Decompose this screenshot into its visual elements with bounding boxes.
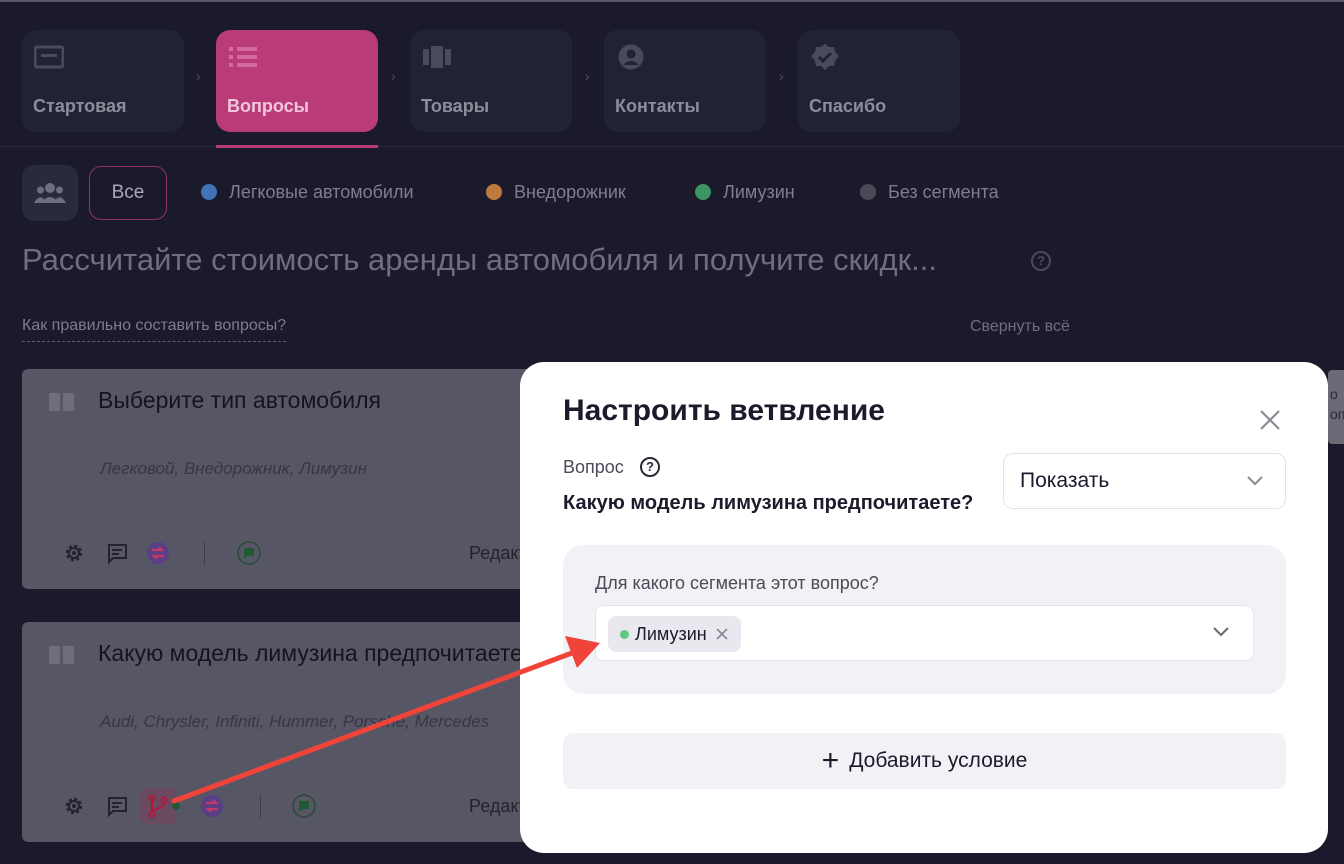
question-title: Какую модель лимузина предпочитаете? (98, 640, 536, 666)
messenger-icon[interactable] (292, 794, 316, 818)
add-condition-button[interactable]: + Добавить условие (563, 733, 1286, 789)
segment-question-label: Для какого сегмента этот вопрос? (595, 573, 879, 593)
window-top-border (0, 0, 1344, 2)
segment-dot (695, 184, 711, 200)
branch-icon (148, 794, 168, 818)
help-icon[interactable]: ? (640, 457, 660, 477)
drag-handle-icon[interactable] (49, 646, 75, 664)
active-step-indicator (216, 145, 378, 148)
step-label: Стартовая (33, 96, 127, 116)
chip-label: Лимузин (635, 624, 707, 644)
branching-button[interactable] (140, 788, 180, 824)
question-card: Выберите тип автомобиля Легковой, Внедор… (22, 369, 542, 589)
action-select-value: Показать (1020, 469, 1110, 492)
step-questions[interactable]: Вопросы (216, 30, 378, 132)
step-contacts[interactable]: Контакты (604, 30, 766, 132)
segment-suv[interactable]: Внедорожник (486, 182, 626, 203)
segment-condition-box: Для какого сегмента этот вопрос? Лимузин (563, 545, 1286, 694)
question-answers: Audi, Chrysler, Infiniti, Hummer, Porsch… (100, 712, 490, 731)
step-label: Контакты (615, 96, 700, 116)
step-label: Вопросы (227, 96, 310, 116)
howto-link[interactable]: Как правильно составить вопросы? (22, 317, 287, 342)
user-circle-icon (618, 44, 644, 70)
question-text: Какую модель лимузина предпочитаете? (563, 492, 974, 514)
segment-multiselect[interactable]: Лимузин (595, 605, 1254, 661)
side-panel-strip[interactable]: о оп (1328, 370, 1344, 444)
step-label: Спасибо (809, 96, 887, 116)
collapse-all-link[interactable]: Свернуть всё (970, 318, 1070, 336)
comment-icon[interactable] (105, 794, 129, 818)
steps-divider (0, 146, 1344, 147)
step-label: Товары (421, 96, 490, 116)
modal-title: Настроить ветвление (563, 394, 885, 427)
gear-icon[interactable] (62, 794, 86, 818)
users-icon (34, 183, 66, 203)
remove-chip-icon[interactable] (715, 627, 729, 641)
step-thanks[interactable]: Спасибо (798, 30, 960, 132)
question-card: Какую модель лимузина предпочитаете? Aud… (22, 622, 542, 842)
segment-none[interactable]: Без сегмента (860, 182, 999, 203)
badge-check-icon (811, 44, 839, 70)
segment-dot (201, 184, 217, 200)
add-condition-label: Добавить условие (849, 749, 1028, 772)
chevron-right-icon: › (779, 68, 784, 84)
segment-dot (860, 184, 876, 200)
list-icon (229, 47, 257, 67)
step-products[interactable]: Товары (410, 30, 572, 132)
gear-icon[interactable] (62, 541, 86, 565)
messenger-icon[interactable] (237, 541, 261, 565)
toolbar-divider (204, 541, 205, 565)
segment-switch-icon[interactable] (200, 794, 224, 818)
segment-limousine[interactable]: Лимузин (695, 182, 795, 203)
segment-chip: Лимузин (608, 616, 741, 652)
chevron-down-icon (1247, 476, 1263, 486)
products-icon (423, 46, 451, 68)
segment-label: Лимузин (723, 182, 795, 202)
question-title: Выберите тип автомобиля (98, 387, 381, 413)
branching-modal: Настроить ветвление Вопрос ? Какую модел… (520, 362, 1328, 853)
drag-handle-icon[interactable] (49, 393, 75, 411)
chevron-right-icon: › (391, 68, 396, 84)
screen-icon (34, 45, 64, 69)
segment-switch-icon[interactable] (146, 541, 170, 565)
quiz-title[interactable]: Рассчитайте стоимость аренды автомобиля … (22, 242, 937, 278)
segment-label: Без сегмента (888, 182, 999, 202)
branch-segment-dot (172, 802, 180, 810)
segment-label: Внедорожник (514, 182, 626, 202)
toolbar-divider (260, 794, 261, 818)
step-start[interactable]: Стартовая (22, 30, 184, 132)
question-label: Вопрос (563, 457, 624, 477)
help-icon[interactable]: ? (1031, 251, 1051, 271)
comment-icon[interactable] (105, 541, 129, 565)
segment-label: Легковые автомобили (229, 182, 414, 202)
action-select[interactable]: Показать (1003, 453, 1286, 509)
question-answers: Легковой, Внедорожник, Лимузин (100, 459, 367, 478)
side-panel-text: о оп (1330, 386, 1344, 422)
segments-settings-button[interactable] (22, 165, 78, 221)
chevron-right-icon: › (196, 68, 201, 84)
chip-dot (620, 630, 629, 639)
close-icon[interactable] (1258, 408, 1282, 432)
chevron-down-icon[interactable] (1213, 627, 1229, 637)
plus-icon: + (821, 744, 840, 777)
segment-dot (486, 184, 502, 200)
segment-all-button[interactable]: Все (89, 166, 167, 220)
segment-cars[interactable]: Легковые автомобили (201, 182, 414, 203)
chevron-right-icon: › (585, 68, 590, 84)
